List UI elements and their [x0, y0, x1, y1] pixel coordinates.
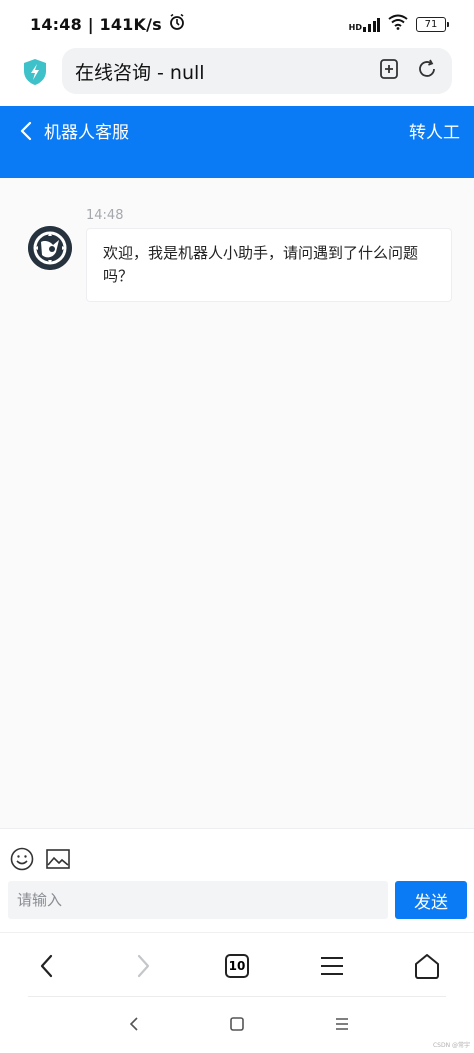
battery-indicator: 71: [416, 16, 449, 32]
status-right-icons: HD 71: [349, 14, 449, 34]
chat-header: 机器人客服 转人工: [0, 106, 474, 178]
refresh-icon[interactable]: [416, 58, 438, 85]
bot-avatar: [28, 226, 72, 270]
message-composer: 发送: [0, 828, 474, 932]
tabs-button[interactable]: 10: [222, 951, 252, 981]
watermark: CSDN @常宇: [432, 1042, 470, 1049]
status-bar: 14:48 | 141K/s HD 71: [0, 0, 474, 48]
system-back-icon[interactable]: [124, 1014, 144, 1034]
bot-message-bubble: 欢迎，我是机器人小助手，请问遇到了什么问题吗？: [86, 228, 452, 302]
nav-forward-icon[interactable]: [128, 951, 158, 981]
tabs-count: 10: [225, 954, 249, 978]
wifi-icon: [388, 14, 408, 34]
browser-bar: 在线咨询 - null: [0, 48, 474, 106]
status-time: 14:48 | 141K/s: [30, 14, 162, 34]
emoji-icon[interactable]: [10, 847, 34, 871]
cell-signal-icon: HD: [349, 17, 380, 32]
home-icon[interactable]: [412, 951, 442, 981]
system-home-icon[interactable]: [227, 1014, 247, 1034]
alarm-icon: [168, 13, 186, 35]
system-recents-icon[interactable]: [332, 1014, 352, 1034]
menu-icon[interactable]: [317, 951, 347, 981]
image-icon[interactable]: [46, 848, 70, 870]
page-title: 在线咨询 - null: [75, 61, 205, 84]
bookmark-add-icon[interactable]: [378, 58, 400, 85]
transfer-to-human-button[interactable]: 转人工: [409, 118, 460, 143]
system-nav-bar: CSDN @常宇: [0, 996, 474, 1053]
address-bar-actions: [378, 58, 452, 85]
divider: [28, 996, 446, 997]
header-title: 机器人客服: [44, 123, 129, 143]
address-bar[interactable]: 在线咨询 - null: [62, 48, 452, 94]
browser-navbar: 10: [0, 932, 474, 996]
nav-back-icon[interactable]: [32, 951, 62, 981]
shield-icon[interactable]: [20, 57, 50, 87]
back-arrow-icon[interactable]: [18, 120, 34, 141]
message-timestamp: 14:48: [86, 208, 124, 223]
network-badge: HD: [348, 22, 362, 32]
message-input[interactable]: [8, 881, 388, 919]
chat-area[interactable]: 14:48 欢迎，我是机器人小助手，请问遇到了什么问题吗？: [0, 178, 474, 828]
send-button[interactable]: 发送: [395, 881, 467, 919]
